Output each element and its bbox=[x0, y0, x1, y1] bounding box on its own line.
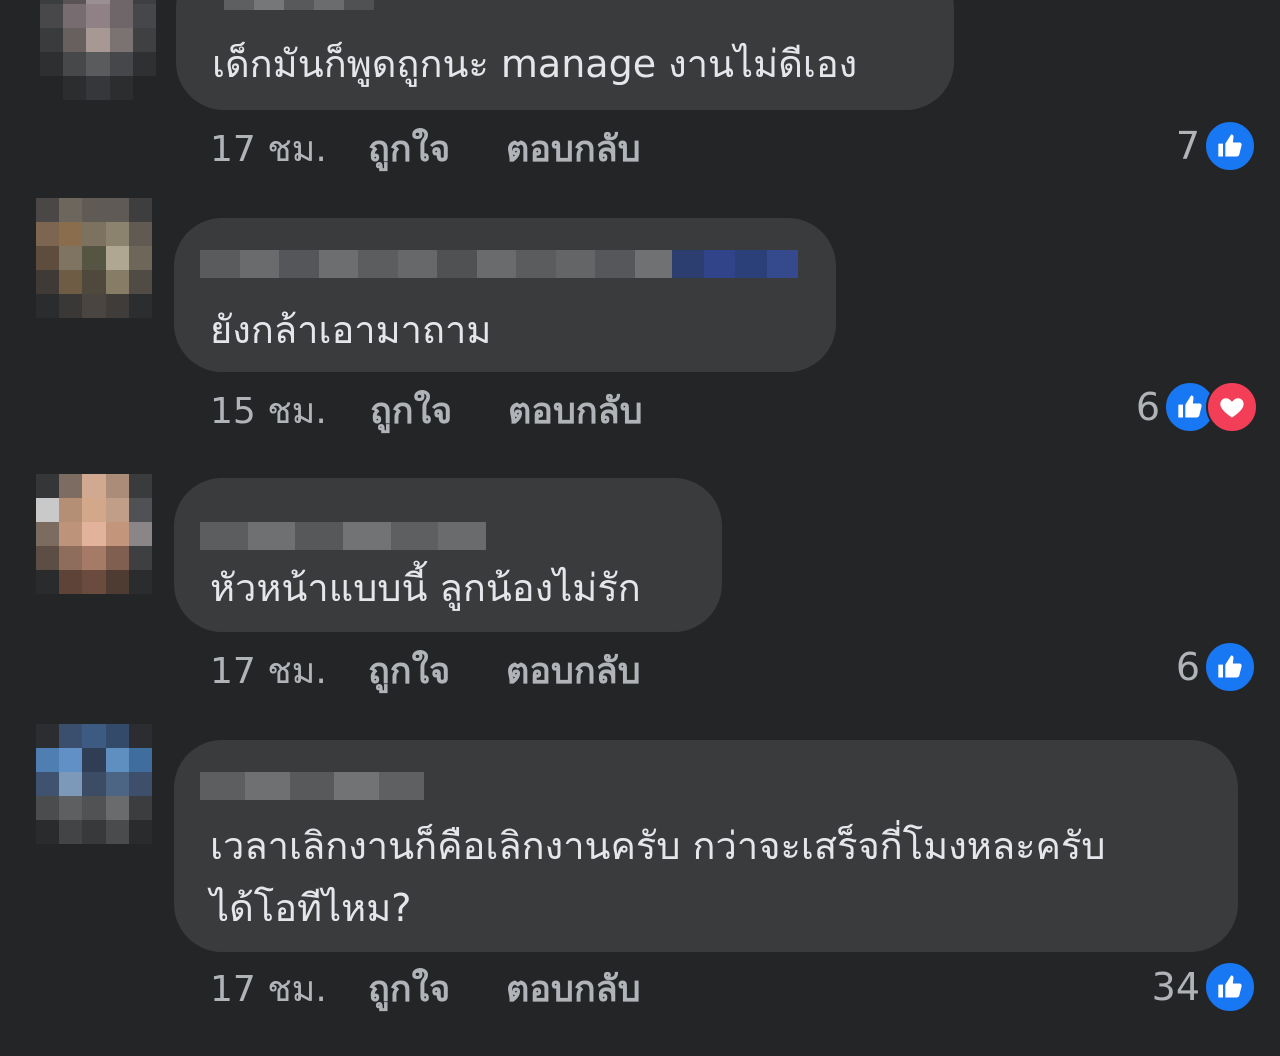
comment-text: เด็กมันก็พูดถูกนะ manage งานไม่ดีเอง bbox=[212, 42, 858, 86]
comment-bubble[interactable]: หัวหน้าแบบนี้ ลูกน้องไม่รัก bbox=[174, 478, 722, 632]
like-link[interactable]: ถูกใจ bbox=[370, 390, 452, 434]
comment-text: ยังกล้าเอามาถาม bbox=[210, 308, 492, 352]
reaction-summary[interactable]: 6 bbox=[1175, 641, 1256, 693]
comment-bubble[interactable]: เด็กมันก็พูดถูกนะ manage งานไม่ดีเอง bbox=[176, 0, 954, 110]
heart-icon bbox=[1206, 381, 1258, 433]
commenter-name-blurred[interactable] bbox=[200, 522, 487, 550]
reaction-count: 7 bbox=[1175, 124, 1200, 168]
comment-bubble[interactable]: ยังกล้าเอามาถาม bbox=[174, 218, 836, 372]
comment-bubble[interactable]: เวลาเลิกงานก็คือเลิกงานครับ กว่าจะเสร็จก… bbox=[174, 740, 1238, 952]
reply-link[interactable]: ตอบกลับ bbox=[506, 128, 641, 172]
comment-timestamp[interactable]: 17 ชม. bbox=[210, 128, 327, 172]
reply-link[interactable]: ตอบกลับ bbox=[506, 650, 641, 694]
commenter-name-blurred[interactable] bbox=[200, 772, 424, 800]
comment-text-line-1: เวลาเลิกงานก็คือเลิกงานครับ กว่าจะเสร็จก… bbox=[210, 824, 1106, 868]
avatar[interactable] bbox=[36, 198, 152, 318]
reaction-count: 34 bbox=[1151, 965, 1200, 1009]
like-link[interactable]: ถูกใจ bbox=[368, 968, 450, 1012]
reply-link[interactable]: ตอบกลับ bbox=[508, 390, 643, 434]
comment-meta: 15 ชม. ถูกใจ ตอบกลับ bbox=[210, 390, 710, 434]
reaction-summary[interactable]: 7 bbox=[1175, 120, 1256, 172]
reaction-summary[interactable]: 34 bbox=[1151, 961, 1256, 1013]
commenter-badge-blurred[interactable] bbox=[672, 250, 798, 278]
avatar[interactable] bbox=[40, 0, 156, 100]
reply-link[interactable]: ตอบกลับ bbox=[506, 968, 641, 1012]
reaction-summary[interactable]: 6 bbox=[1135, 381, 1258, 433]
like-link[interactable]: ถูกใจ bbox=[368, 128, 450, 172]
avatar[interactable] bbox=[36, 724, 152, 844]
like-link[interactable]: ถูกใจ bbox=[368, 650, 450, 694]
comment-text: หัวหน้าแบบนี้ ลูกน้องไม่รัก bbox=[210, 566, 641, 610]
thumbs-up-icon bbox=[1204, 120, 1256, 172]
reaction-count: 6 bbox=[1175, 645, 1200, 689]
comment-timestamp[interactable]: 17 ชม. bbox=[210, 968, 327, 1012]
commenter-name-blurred[interactable] bbox=[200, 250, 674, 278]
comment-thread: เด็กมันก็พูดถูกนะ manage งานไม่ดีเอง 17 … bbox=[0, 0, 1280, 1056]
comment-text-line-2: ได้โอทีไหม? bbox=[210, 886, 412, 930]
comment-meta: 17 ชม. ถูกใจ ตอบกลับ bbox=[210, 128, 710, 172]
comment-meta: 17 ชม. ถูกใจ ตอบกลับ bbox=[210, 968, 710, 1012]
comment-meta: 17 ชม. ถูกใจ ตอบกลับ bbox=[210, 650, 710, 694]
commenter-name-blurred[interactable] bbox=[224, 0, 374, 10]
thumbs-up-icon bbox=[1204, 641, 1256, 693]
comment-timestamp[interactable]: 15 ชม. bbox=[210, 390, 327, 434]
comment-timestamp[interactable]: 17 ชม. bbox=[210, 650, 327, 694]
reaction-count: 6 bbox=[1135, 385, 1160, 429]
avatar[interactable] bbox=[36, 474, 152, 594]
thumbs-up-icon bbox=[1204, 961, 1256, 1013]
